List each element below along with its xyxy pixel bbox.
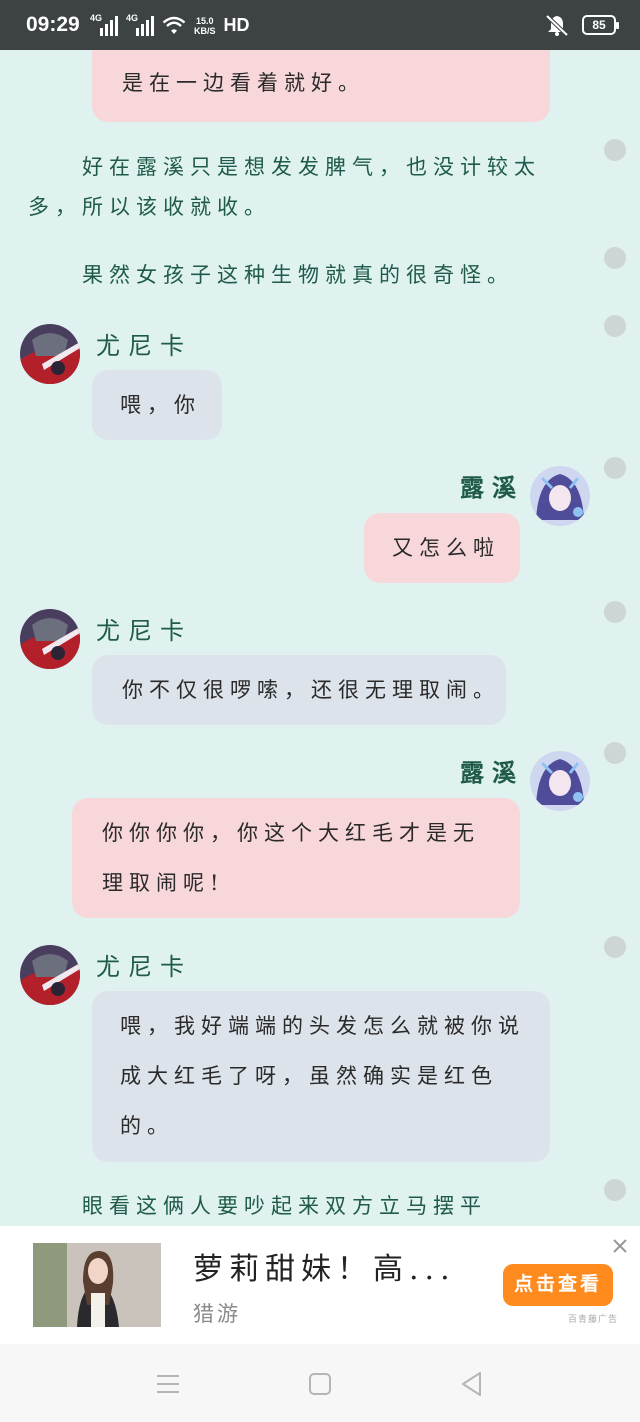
ad-title[interactable]: 萝莉甜妹！高... <box>193 1244 456 1288</box>
ad-view-button[interactable]: 点击查看 <box>503 1264 613 1306</box>
narration-paragraph: 好在露溪只是想发发脾气，也没计较太多，所以该收就收。 <box>28 155 541 219</box>
comment-dot[interactable] <box>604 936 626 958</box>
message-bubble: 你你你你，你这个大红毛才是无理取闹呢! <box>72 798 520 918</box>
wifi-icon <box>162 16 186 34</box>
speaker-name: 尤尼卡 <box>96 953 192 981</box>
comment-dot[interactable] <box>604 315 626 337</box>
narration-paragraph: 眼看这俩人要吵起来双方立马摆平 <box>82 1194 487 1218</box>
menu-icon[interactable] <box>154 1370 182 1398</box>
back-icon[interactable] <box>458 1370 486 1398</box>
comment-dot[interactable] <box>604 139 626 161</box>
speaker-name: 尤尼卡 <box>96 617 192 645</box>
narration-paragraph: 果然女孩子这种生物就真的很奇怪。 <box>82 263 514 287</box>
message-bubble: 又怎么啦 <box>364 513 520 583</box>
close-icon[interactable] <box>610 1236 630 1256</box>
avatar-luxi[interactable] <box>530 466 590 526</box>
speaker-name: 露溪 <box>460 758 524 787</box>
message-bubble: 喂，你 <box>92 370 222 440</box>
message-bubble: 是在一边看着就好。 <box>92 50 550 122</box>
chat-story-reader[interactable]: 是在一边看着就好。 好在露溪只是想发发脾气，也没计较太多，所以该收就收。 果然女… <box>0 50 640 1226</box>
speaker-name: 尤尼卡 <box>96 332 192 360</box>
ad-banner[interactable]: 萝莉甜妹！高... 猎游 点击查看 百青藤广告 <box>0 1226 640 1344</box>
avatar-yunika[interactable] <box>20 324 80 384</box>
comment-dot[interactable] <box>604 601 626 623</box>
avatar-yunika[interactable] <box>20 609 80 669</box>
avatar-yunika[interactable] <box>20 945 80 1005</box>
comment-dot[interactable] <box>604 742 626 764</box>
comment-dot[interactable] <box>604 1179 626 1201</box>
mute-bell-icon <box>545 14 569 36</box>
clock: 09:29 <box>26 13 80 36</box>
hd-voice-indicator: HD <box>223 15 250 35</box>
comment-dot[interactable] <box>604 247 626 269</box>
battery-icon: 85 <box>582 15 619 35</box>
status-bar: 09:29 4G 4G 15.0 KB/S HD 85 <box>0 0 640 50</box>
ad-source: 猎游 <box>193 1302 241 1326</box>
message-bubble: 喂，我好端端的头发怎么就被你说成大红毛了呀，虽然确实是红色的。 <box>92 991 550 1162</box>
speaker-name: 露溪 <box>460 473 524 502</box>
home-icon[interactable] <box>306 1370 334 1398</box>
system-nav-bar <box>0 1344 640 1422</box>
network-indicators: 4G 4G 15.0 KB/S HD <box>90 13 250 36</box>
avatar-luxi[interactable] <box>530 751 590 811</box>
ad-image[interactable] <box>33 1243 161 1327</box>
signal-icon: 4G <box>126 13 154 36</box>
net-speed: 15.0 KB/S <box>194 16 216 36</box>
ad-label: 百青藤广告 <box>568 1314 619 1324</box>
signal-icon: 4G <box>90 13 118 36</box>
comment-dot[interactable] <box>604 457 626 479</box>
message-bubble: 你不仅很啰嗦，还很无理取闹。 <box>92 655 506 725</box>
